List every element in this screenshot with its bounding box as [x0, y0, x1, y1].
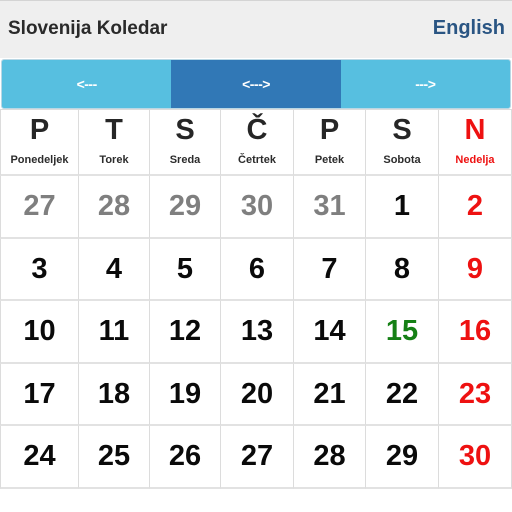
day-cell[interactable]: 29 — [366, 426, 439, 489]
weekday-letter: P — [29, 113, 50, 146]
day-cell[interactable]: 5 — [150, 239, 221, 301]
language-switch-link[interactable]: English — [433, 17, 505, 40]
day-cell[interactable]: 16 — [439, 301, 512, 364]
day-number[interactable]: 23 — [459, 378, 491, 411]
day-number[interactable]: 15 — [386, 315, 418, 348]
day-number[interactable]: 30 — [241, 190, 273, 223]
day-number[interactable]: 12 — [169, 315, 201, 348]
weekday-header: Č Četrtek — [221, 110, 294, 176]
weekday-letter: P — [319, 113, 340, 146]
day-cell[interactable]: 31 — [294, 176, 366, 239]
previous-month-button[interactable]: <--- — [2, 60, 172, 108]
day-number[interactable]: 31 — [313, 190, 345, 223]
day-number[interactable]: 10 — [23, 315, 55, 348]
day-number[interactable]: 14 — [313, 315, 345, 348]
day-cell[interactable]: 28 — [294, 426, 366, 489]
weekday-letter: T — [105, 113, 123, 146]
weekday-letter: Č — [246, 113, 268, 146]
day-cell[interactable]: 22 — [366, 364, 439, 426]
weekday-name: Četrtek — [238, 153, 276, 166]
day-number[interactable]: 2 — [467, 190, 483, 223]
weekday-header: N Nedelja — [439, 110, 512, 176]
day-cell[interactable]: 23 — [439, 364, 512, 426]
day-cell[interactable]: 15 — [366, 301, 439, 364]
weekday-name: Sreda — [169, 153, 201, 166]
weekday-header: S Sreda — [150, 110, 221, 176]
day-number[interactable]: 3 — [31, 253, 47, 286]
day-cell[interactable]: 10 — [0, 301, 79, 364]
day-cell[interactable]: 18 — [79, 364, 150, 426]
day-number[interactable]: 25 — [98, 440, 130, 473]
day-number[interactable]: 17 — [23, 378, 55, 411]
day-cell[interactable]: 25 — [79, 426, 150, 489]
day-number[interactable]: 27 — [241, 440, 273, 473]
current-month-button[interactable]: <---> — [171, 60, 341, 108]
weekday-name: Nedelja — [455, 153, 495, 166]
day-number[interactable]: 28 — [98, 190, 130, 223]
day-cell[interactable]: 3 — [0, 239, 79, 301]
day-number[interactable]: 1 — [394, 190, 410, 223]
day-cell[interactable]: 27 — [221, 426, 294, 489]
day-number[interactable]: 9 — [467, 253, 483, 286]
day-number[interactable]: 20 — [241, 378, 273, 411]
weekday-header: S Sobota — [366, 110, 439, 176]
app-bar: Slovenija Koledar English — [0, 0, 512, 58]
day-number[interactable]: 16 — [459, 315, 491, 348]
day-number[interactable]: 22 — [386, 378, 418, 411]
day-cell[interactable]: 20 — [221, 364, 294, 426]
app-title: Slovenija Koledar — [8, 18, 168, 39]
day-cell[interactable]: 26 — [150, 426, 221, 489]
day-cell[interactable]: 21 — [294, 364, 366, 426]
day-cell[interactable]: 4 — [79, 239, 150, 301]
day-number[interactable]: 19 — [169, 378, 201, 411]
weekday-letter: S — [175, 113, 195, 146]
day-number[interactable]: 30 — [459, 440, 491, 473]
day-cell[interactable]: 24 — [0, 426, 79, 489]
day-number[interactable]: 28 — [313, 440, 345, 473]
day-cell[interactable]: 19 — [150, 364, 221, 426]
day-cell[interactable]: 7 — [294, 239, 366, 301]
day-cell[interactable]: 8 — [366, 239, 439, 301]
day-number[interactable]: 26 — [169, 440, 201, 473]
weekday-header: P Ponedeljek — [0, 110, 79, 176]
day-number[interactable]: 18 — [98, 378, 130, 411]
day-number[interactable]: 24 — [23, 440, 55, 473]
month-navigation: <--- <---> ---> — [1, 59, 511, 109]
day-cell[interactable]: 27 — [0, 176, 79, 239]
day-cell[interactable]: 11 — [79, 301, 150, 364]
day-cell[interactable]: 12 — [150, 301, 221, 364]
day-cell[interactable]: 28 — [79, 176, 150, 239]
day-number[interactable]: 27 — [23, 190, 55, 223]
weekday-name: Torek — [99, 153, 129, 166]
day-cell[interactable]: 30 — [439, 426, 512, 489]
weekday-name: Ponedeljek — [10, 153, 69, 166]
calendar-grid: P Ponedeljek T Torek S Sreda Č Četrtek P Petek S So… — [0, 109, 512, 489]
weekday-name: Petek — [314, 153, 345, 166]
day-number[interactable]: 5 — [177, 253, 193, 286]
day-cell[interactable]: 9 — [439, 239, 512, 301]
day-number[interactable]: 29 — [169, 190, 201, 223]
weekday-header: T Torek — [79, 110, 150, 176]
day-cell[interactable]: 30 — [221, 176, 294, 239]
next-month-button[interactable]: ---> — [340, 60, 510, 108]
day-number[interactable]: 13 — [241, 315, 273, 348]
day-cell[interactable]: 29 — [150, 176, 221, 239]
weekday-header: P Petek — [294, 110, 366, 176]
day-number[interactable]: 4 — [106, 253, 122, 286]
weekday-letter: N — [464, 113, 486, 146]
day-number[interactable]: 8 — [394, 253, 410, 286]
weekday-letter: S — [392, 113, 412, 146]
day-cell[interactable]: 2 — [439, 176, 512, 239]
day-cell[interactable]: 14 — [294, 301, 366, 364]
day-number[interactable]: 29 — [386, 440, 418, 473]
day-number[interactable]: 11 — [99, 315, 130, 348]
day-cell[interactable]: 1 — [366, 176, 439, 239]
day-number[interactable]: 7 — [321, 253, 337, 286]
day-cell[interactable]: 6 — [221, 239, 294, 301]
day-cell[interactable]: 17 — [0, 364, 79, 426]
day-number[interactable]: 21 — [313, 378, 345, 411]
weekday-name: Sobota — [383, 153, 421, 166]
day-number[interactable]: 6 — [249, 253, 265, 286]
day-cell[interactable]: 13 — [221, 301, 294, 364]
